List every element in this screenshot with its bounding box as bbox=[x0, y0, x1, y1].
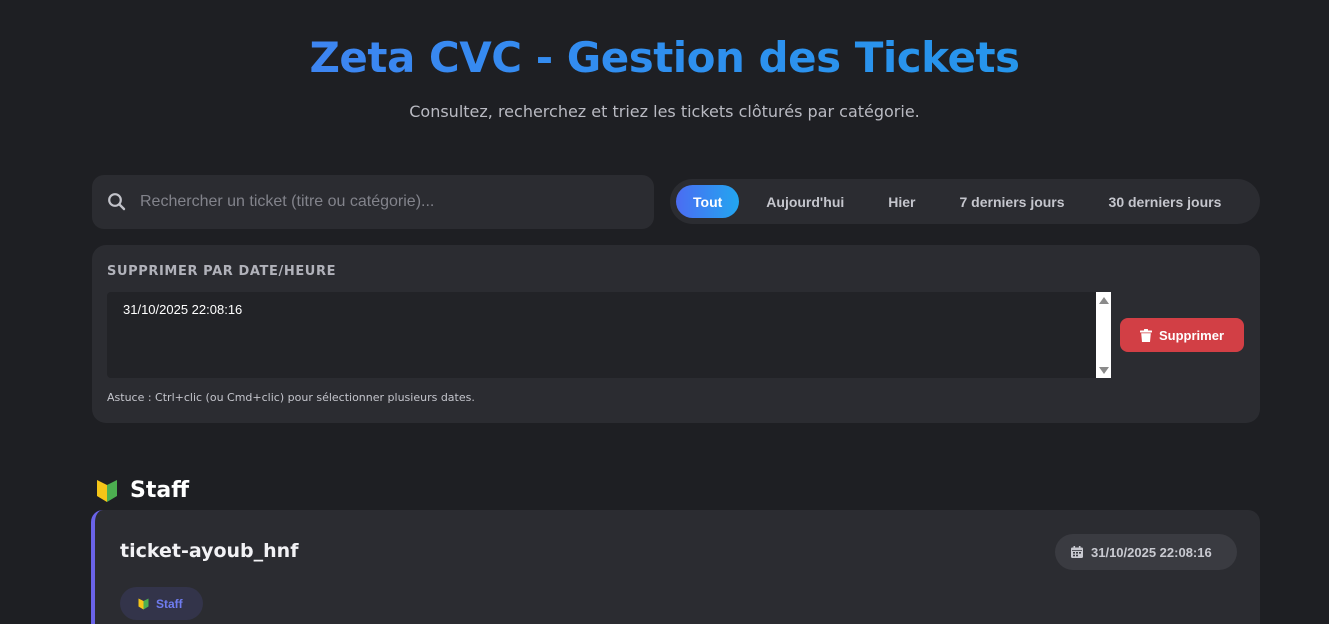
delete-button[interactable]: Supprimer bbox=[1120, 318, 1244, 352]
category-section-header: Staff bbox=[96, 478, 189, 503]
page: Zeta CVC - Gestion des Tickets Consultez… bbox=[0, 0, 1329, 624]
delete-button-label: Supprimer bbox=[1158, 327, 1224, 343]
trash-icon bbox=[1139, 328, 1152, 342]
delete-panel-title: SUPPRIMER PAR DATE/HEURE bbox=[107, 264, 337, 279]
ticket-name: ticket-ayoub_hnf bbox=[120, 540, 299, 562]
page-subtitle: Consultez, recherchez et triez les ticke… bbox=[409, 102, 920, 121]
calendar-icon bbox=[1071, 546, 1083, 558]
filter-7-days-button[interactable]: 7 derniers jours bbox=[945, 185, 1080, 218]
ticket-date-badge: 31/10/2025 22:08:16 bbox=[1055, 534, 1237, 570]
delete-by-date-panel: SUPPRIMER PAR DATE/HEURE 31/10/2025 22:0… bbox=[92, 245, 1260, 423]
scroll-up-arrow-icon[interactable] bbox=[1099, 297, 1109, 304]
ticket-category: Staff bbox=[156, 596, 183, 611]
page-title: Zeta CVC - Gestion des Tickets bbox=[0, 30, 1329, 86]
search-box bbox=[92, 175, 654, 229]
filter-30-days-button[interactable]: 30 derniers jours bbox=[1094, 185, 1237, 218]
date-option[interactable]: 31/10/2025 22:08:16 bbox=[123, 302, 242, 317]
date-list-scrollbar[interactable] bbox=[1096, 292, 1111, 378]
filter-yesterday-button[interactable]: Hier bbox=[873, 185, 930, 218]
section-title: Staff bbox=[130, 478, 190, 503]
ticket-category-badge: Staff bbox=[120, 587, 203, 620]
date-multiselect[interactable]: 31/10/2025 22:08:16 bbox=[107, 292, 1111, 378]
filter-all-button[interactable]: Tout bbox=[676, 185, 740, 218]
delete-hint: Astuce : Ctrl+clic (ou Cmd+clic) pour sé… bbox=[107, 391, 475, 404]
beginner-shield-icon bbox=[97, 479, 117, 502]
ticket-date: 31/10/2025 22:08:16 bbox=[1091, 544, 1212, 560]
date-filter-group: Tout Aujourd'hui Hier 7 derniers jours 3… bbox=[670, 179, 1260, 224]
ticket-card[interactable]: ticket-ayoub_hnf 31/10/2025 22:08:16 Sta… bbox=[91, 510, 1260, 624]
search-input[interactable] bbox=[140, 175, 640, 229]
scroll-down-arrow-icon[interactable] bbox=[1099, 367, 1109, 374]
beginner-shield-icon bbox=[138, 598, 149, 609]
search-icon bbox=[108, 193, 126, 211]
filter-today-button[interactable]: Aujourd'hui bbox=[751, 185, 859, 218]
